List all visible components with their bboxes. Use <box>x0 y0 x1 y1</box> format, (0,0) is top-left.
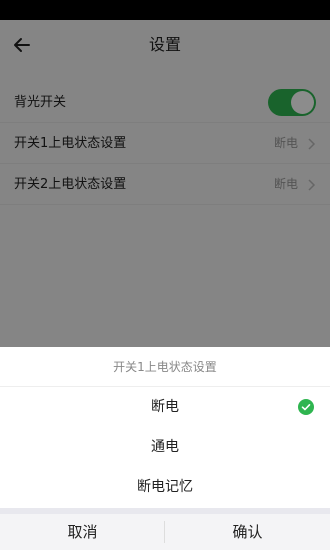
cancel-button[interactable]: 取消 <box>0 514 165 550</box>
sheet-title: 开关1上电状态设置 <box>0 347 330 387</box>
option-power-memory[interactable]: 断电记忆 <box>0 467 330 507</box>
option-label: 断电记忆 <box>137 479 193 495</box>
button-separator <box>164 521 165 543</box>
action-sheet: 开关1上电状态设置 断电 通电 断电记忆 取消 确认 <box>0 347 330 550</box>
check-circle-icon <box>298 399 314 415</box>
option-label: 通电 <box>151 439 179 455</box>
confirm-button[interactable]: 确认 <box>165 514 330 550</box>
option-label: 断电 <box>151 399 179 415</box>
option-power-off[interactable]: 断电 <box>0 387 330 427</box>
option-power-on[interactable]: 通电 <box>0 427 330 467</box>
